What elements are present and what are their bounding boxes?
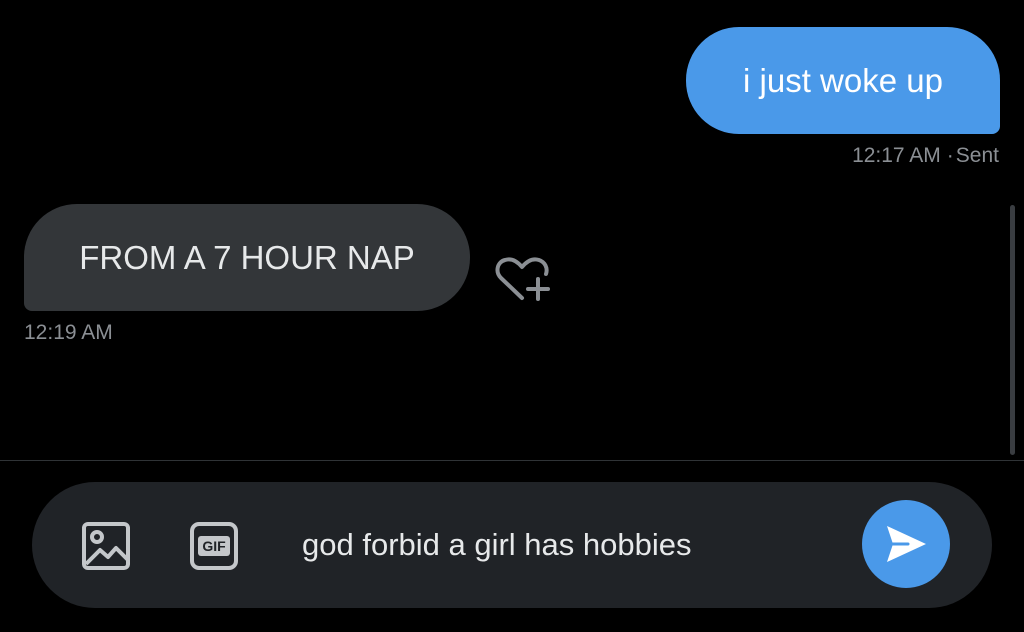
message-thread: i just woke up 12:17 AM ·Sent FROM A 7 HO… [0,0,1024,460]
send-button[interactable] [862,500,950,588]
meta-separator: · [946,144,954,167]
gif-label: GIF [202,538,226,554]
composer-divider [0,460,1024,461]
message-input[interactable] [302,520,842,570]
thread-scrollbar[interactable] [1010,205,1015,455]
received-message-time: 12:19 AM [24,321,113,344]
sent-message-bubble[interactable]: i just woke up [686,27,1000,134]
received-message-text: FROM A 7 HOUR NAP [79,238,415,276]
sent-message-time: 12:17 AM [852,144,941,167]
received-message-bubble[interactable]: FROM A 7 HOUR NAP [24,204,470,311]
sent-message-text: i just woke up [743,61,943,99]
image-icon[interactable] [80,520,132,572]
sent-message-status: Sent [955,144,999,167]
add-reaction-button[interactable] [493,255,551,305]
message-composer: GIF [32,482,992,608]
gif-icon[interactable]: GIF [188,520,240,572]
heart-plus-icon [495,257,550,301]
send-icon [887,526,926,562]
sent-message-meta: 12:17 AM ·Sent [852,144,999,168]
